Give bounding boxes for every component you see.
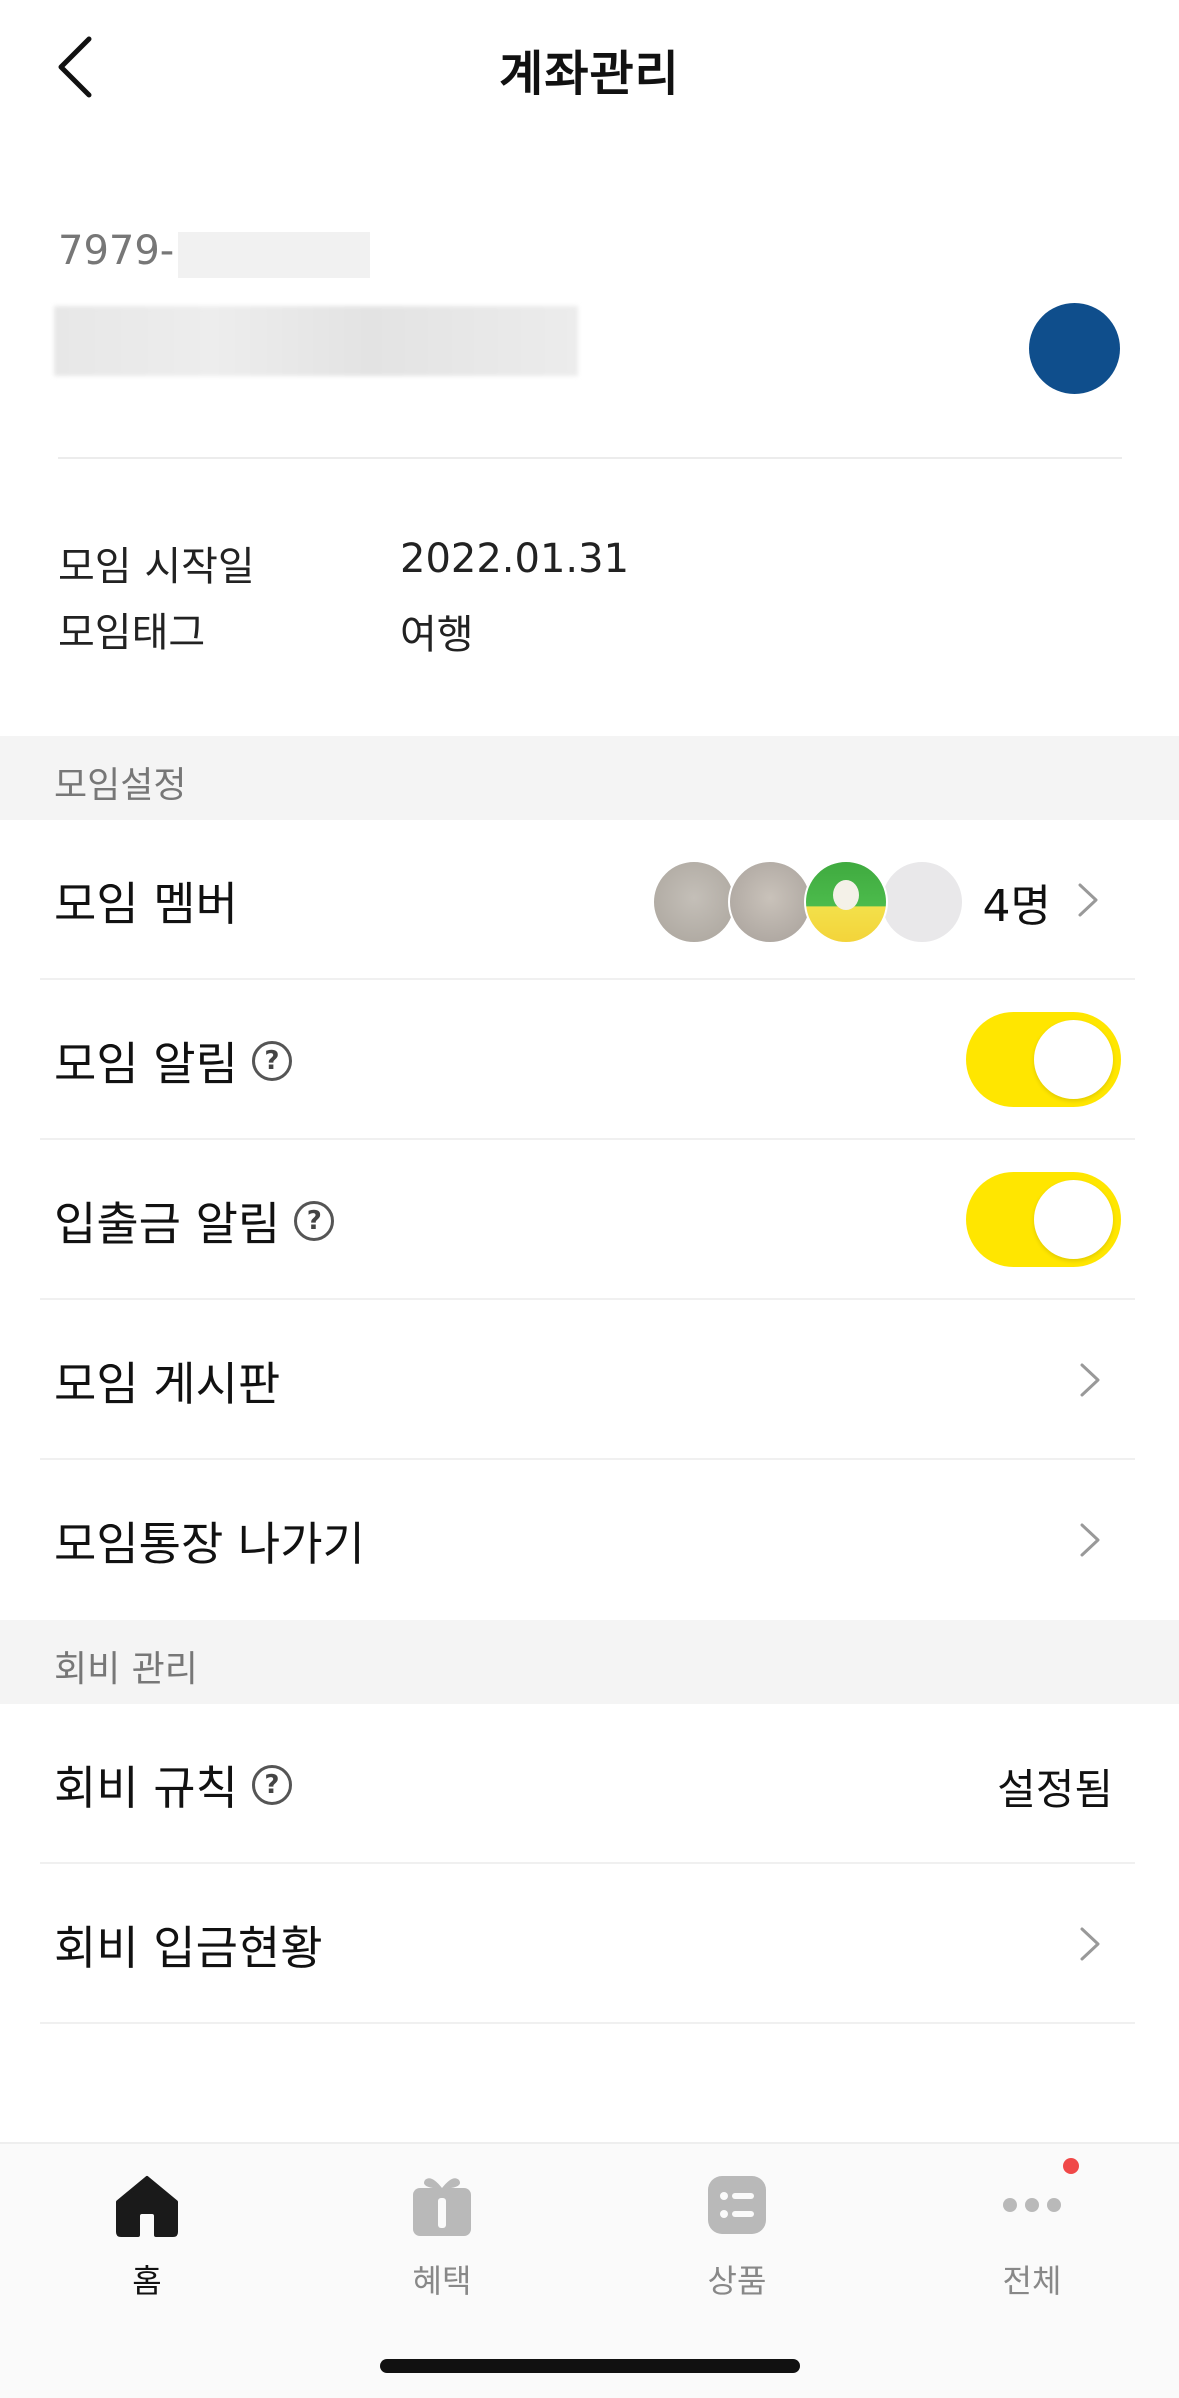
masked-account-number	[178, 232, 370, 278]
group-alert-row: 모임 알림 ?	[0, 980, 1179, 1140]
section-title: 모임설정	[54, 765, 187, 806]
notification-dot	[1063, 2158, 1079, 2174]
help-icon[interactable]: ?	[251, 1765, 292, 1805]
avatar	[728, 860, 812, 944]
more-icon-wrap	[997, 2158, 1079, 2238]
chevron-right-icon	[1080, 1363, 1100, 1397]
home-icon	[116, 2176, 178, 2237]
page-title: 계좌관리	[499, 46, 680, 102]
more-icon	[1003, 2198, 1061, 2212]
section-header-dues-management: 회비 관리	[0, 1620, 1179, 1704]
list-icon	[708, 2176, 766, 2234]
dues-rule-value: 설정됨	[997, 1765, 1113, 1814]
tab-home[interactable]: 홈	[47, 2172, 247, 2302]
members-label: 모임 멤버	[54, 877, 238, 931]
member-avatars	[652, 860, 964, 944]
tag-value: 여행	[400, 612, 474, 658]
avatar	[880, 860, 964, 944]
group-alert-toggle[interactable]	[966, 1012, 1121, 1107]
gift-icon	[413, 2178, 471, 2236]
toggle-knob	[1034, 1020, 1113, 1099]
chevron-right-icon	[1080, 1523, 1100, 1557]
leave-account-row[interactable]: 모임통장 나가기	[0, 1460, 1179, 1620]
tab-label: 전체	[1002, 2262, 1062, 2300]
members-row[interactable]: 모임 멤버 4명	[0, 820, 1179, 980]
transaction-alert-toggle[interactable]	[966, 1172, 1121, 1267]
chevron-right-icon	[1078, 883, 1098, 917]
board-row[interactable]: 모임 게시판	[0, 1300, 1179, 1460]
member-count: 4명	[982, 881, 1051, 932]
dues-status-row[interactable]: 회비 입금현황	[0, 1864, 1179, 2024]
home-indicator	[380, 2359, 800, 2373]
tab-label: 상품	[707, 2262, 767, 2300]
tab-benefits[interactable]: 혜택	[342, 2172, 542, 2302]
start-date-label: 모임 시작일	[58, 544, 255, 590]
section-title: 회비 관리	[54, 1649, 198, 1690]
section-header-group-settings: 모임설정	[0, 736, 1179, 820]
transaction-alert-label: 입출금 알림	[54, 1197, 281, 1251]
avatar	[652, 860, 736, 944]
start-date-value: 2022.01.31	[400, 536, 630, 582]
board-label: 모임 게시판	[54, 1357, 281, 1411]
masked-account-name	[54, 306, 578, 376]
help-icon[interactable]: ?	[294, 1201, 335, 1241]
transaction-alert-row: 입출금 알림 ?	[0, 1140, 1179, 1300]
bank-logo	[1029, 303, 1120, 394]
help-icon[interactable]: ?	[251, 1041, 292, 1081]
account-number: 7979-	[58, 228, 175, 274]
dues-rule-label: 회비 규칙	[54, 1761, 238, 1815]
divider	[58, 457, 1122, 459]
tab-label: 홈	[132, 2262, 162, 2300]
avatar	[804, 860, 888, 944]
toggle-knob	[1034, 1180, 1113, 1259]
dues-status-label: 회비 입금현황	[54, 1921, 323, 1975]
tab-products[interactable]: 상품	[637, 2172, 837, 2302]
tab-label: 혜택	[412, 2262, 472, 2300]
tab-all[interactable]: 전체	[932, 2158, 1132, 2302]
leave-account-label: 모임통장 나가기	[54, 1517, 365, 1571]
dues-rule-row[interactable]: 회비 규칙 ? 설정됨	[0, 1704, 1179, 1864]
chevron-right-icon	[1080, 1927, 1100, 1961]
divider	[40, 2022, 1135, 2024]
tag-label: 모임태그	[58, 610, 206, 656]
group-alert-label: 모임 알림	[54, 1037, 238, 1091]
